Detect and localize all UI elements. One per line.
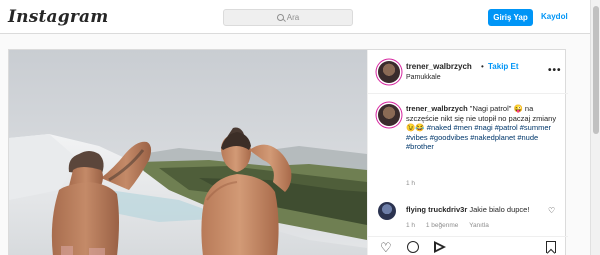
post-photo[interactable] — [9, 50, 367, 255]
post-header: trener_walbrzych • Takip Et Pamukkale ••… — [368, 50, 568, 94]
comment-likes[interactable]: 1 beğenme — [426, 222, 459, 229]
top-nav-bar: Instagram Ara Giriş Yap Kaydol — [0, 0, 590, 34]
heart-icon[interactable]: ♡ — [380, 241, 392, 254]
caption-hashtags[interactable]: #naked #men #nagi #patrol #summer #vibes… — [406, 123, 551, 151]
search-icon — [276, 14, 284, 21]
comment-icon[interactable] — [407, 241, 419, 255]
signup-link[interactable]: Kaydol — [541, 12, 568, 21]
separator-dot: • — [481, 62, 484, 71]
comment-meta: 1 h 1 beğenme Yanıtla — [406, 222, 498, 229]
comment-text: Jakie bialo dupce! — [469, 205, 530, 214]
login-button[interactable]: Giriş Yap — [488, 9, 533, 26]
comment-like-icon[interactable]: ♡ — [548, 206, 555, 215]
caption-timestamp: 1 h — [406, 180, 416, 187]
post-location[interactable]: Pamukkale — [406, 74, 441, 81]
avatar[interactable] — [378, 202, 396, 220]
avatar[interactable] — [378, 104, 400, 126]
share-icon[interactable] — [434, 241, 446, 255]
comment-body: flying truckdriv3r Jakie bialo dupce! — [406, 205, 529, 214]
action-bar: ♡ — [368, 236, 568, 255]
scrollbar-thumb[interactable] — [593, 6, 599, 134]
follow-button[interactable]: Takip Et — [488, 62, 519, 71]
post-username[interactable]: trener_walbrzych — [406, 62, 472, 71]
page-scrollbar[interactable] — [590, 0, 600, 255]
caption-username[interactable]: trener_walbrzych — [406, 104, 468, 113]
post-image — [9, 50, 367, 255]
post-card: trener_walbrzych • Takip Et Pamukkale ••… — [8, 49, 568, 255]
more-options-icon[interactable]: ••• — [548, 65, 562, 76]
post-caption: trener_walbrzych "Nagi patrol" 😜 na szcz… — [406, 104, 564, 152]
avatar[interactable] — [378, 61, 400, 83]
search-input[interactable]: Ara — [223, 9, 353, 26]
search-placeholder: Ara — [286, 13, 300, 22]
bookmark-icon[interactable] — [546, 241, 556, 255]
comment-username[interactable]: flying truckdriv3r — [406, 205, 467, 214]
post-sidebar: trener_walbrzych • Takip Et Pamukkale ••… — [367, 50, 568, 255]
instagram-logo[interactable]: Instagram — [8, 7, 108, 27]
comment-timestamp: 1 h — [406, 222, 416, 229]
reply-button[interactable]: Yanıtla — [469, 222, 489, 229]
